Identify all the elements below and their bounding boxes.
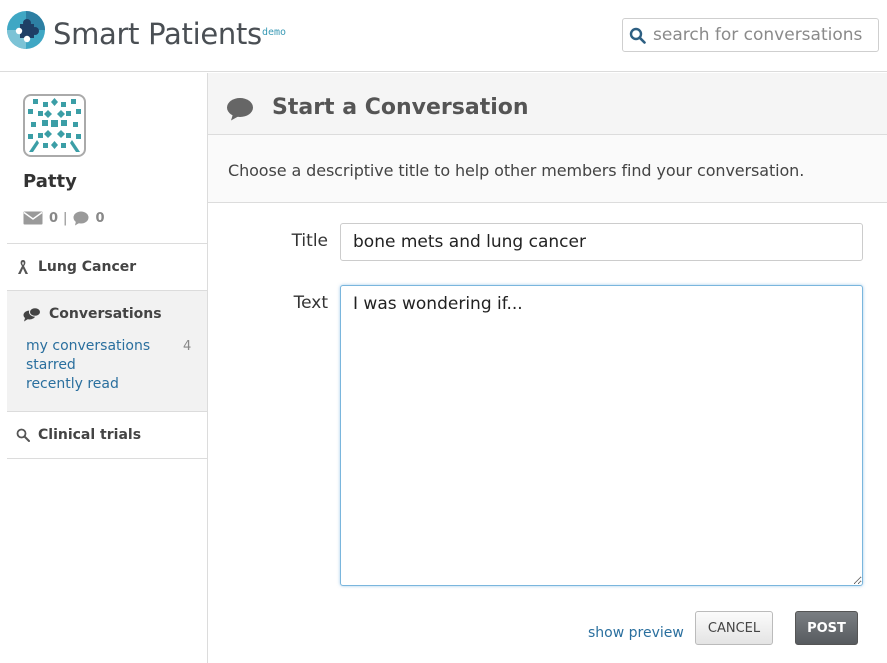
my-conversations-count: 4 bbox=[183, 339, 192, 354]
cancel-button[interactable]: CANCEL bbox=[695, 611, 773, 645]
divider bbox=[7, 243, 207, 244]
comment-icon[interactable] bbox=[73, 211, 89, 226]
title-field[interactable] bbox=[340, 223, 863, 261]
post-button[interactable]: POST bbox=[795, 611, 858, 645]
sidebar-item-label: Conversations bbox=[49, 306, 162, 322]
divider bbox=[7, 458, 207, 459]
sidebar-link-my-conversations[interactable]: my conversations bbox=[26, 338, 150, 354]
divider bbox=[7, 411, 207, 412]
search-icon[interactable] bbox=[629, 27, 646, 44]
text-field[interactable]: I was wondering if... bbox=[340, 285, 863, 586]
search-icon bbox=[16, 428, 30, 442]
search-input[interactable] bbox=[653, 21, 875, 49]
chat-bubble-icon bbox=[227, 98, 253, 121]
sidebar-item-label: Lung Cancer bbox=[38, 259, 137, 275]
messages-count[interactable]: 0 bbox=[49, 211, 58, 226]
top-header: Smart Patients demo bbox=[0, 0, 887, 72]
title-label: Title bbox=[291, 231, 328, 251]
chat-bubbles-icon bbox=[23, 306, 41, 321]
avatar[interactable] bbox=[23, 94, 86, 157]
instructions-bar: Choose a descriptive title to help other… bbox=[208, 135, 887, 203]
brand-name[interactable]: Smart Patients bbox=[53, 17, 262, 51]
conversations-section: Conversations my conversations 4 starred… bbox=[7, 291, 207, 411]
main-content: Start a Conversation Choose a descriptiv… bbox=[208, 73, 887, 663]
ribbon-icon bbox=[18, 260, 28, 274]
sidebar-item-lung-cancer[interactable]: Lung Cancer bbox=[16, 259, 136, 275]
user-stats: 0 | 0 bbox=[23, 209, 104, 227]
sidebar-item-label: Clinical trials bbox=[38, 427, 142, 443]
page-header: Start a Conversation bbox=[208, 73, 887, 135]
page-title: Start a Conversation bbox=[272, 95, 529, 120]
puzzle-logo-icon[interactable] bbox=[6, 10, 46, 50]
user-name[interactable]: Patty bbox=[23, 171, 77, 192]
demo-badge: demo bbox=[262, 27, 287, 38]
mail-icon[interactable] bbox=[23, 211, 43, 225]
sidebar-item-conversations[interactable]: Conversations bbox=[23, 306, 162, 322]
stats-separator: | bbox=[63, 210, 68, 226]
text-label: Text bbox=[293, 293, 328, 313]
sidebar: Patty 0 | 0 Lung Cancer Conversations my… bbox=[0, 73, 208, 663]
sidebar-link-starred[interactable]: starred bbox=[26, 357, 76, 373]
conversations-count[interactable]: 0 bbox=[95, 211, 104, 226]
search-box[interactable] bbox=[622, 18, 879, 52]
sidebar-link-recently-read[interactable]: recently read bbox=[26, 376, 119, 392]
instructions-text: Choose a descriptive title to help other… bbox=[228, 161, 805, 180]
identicon-pattern-icon bbox=[28, 98, 81, 152]
sidebar-item-clinical-trials[interactable]: Clinical trials bbox=[16, 427, 141, 443]
show-preview-link[interactable]: show preview bbox=[588, 625, 684, 641]
